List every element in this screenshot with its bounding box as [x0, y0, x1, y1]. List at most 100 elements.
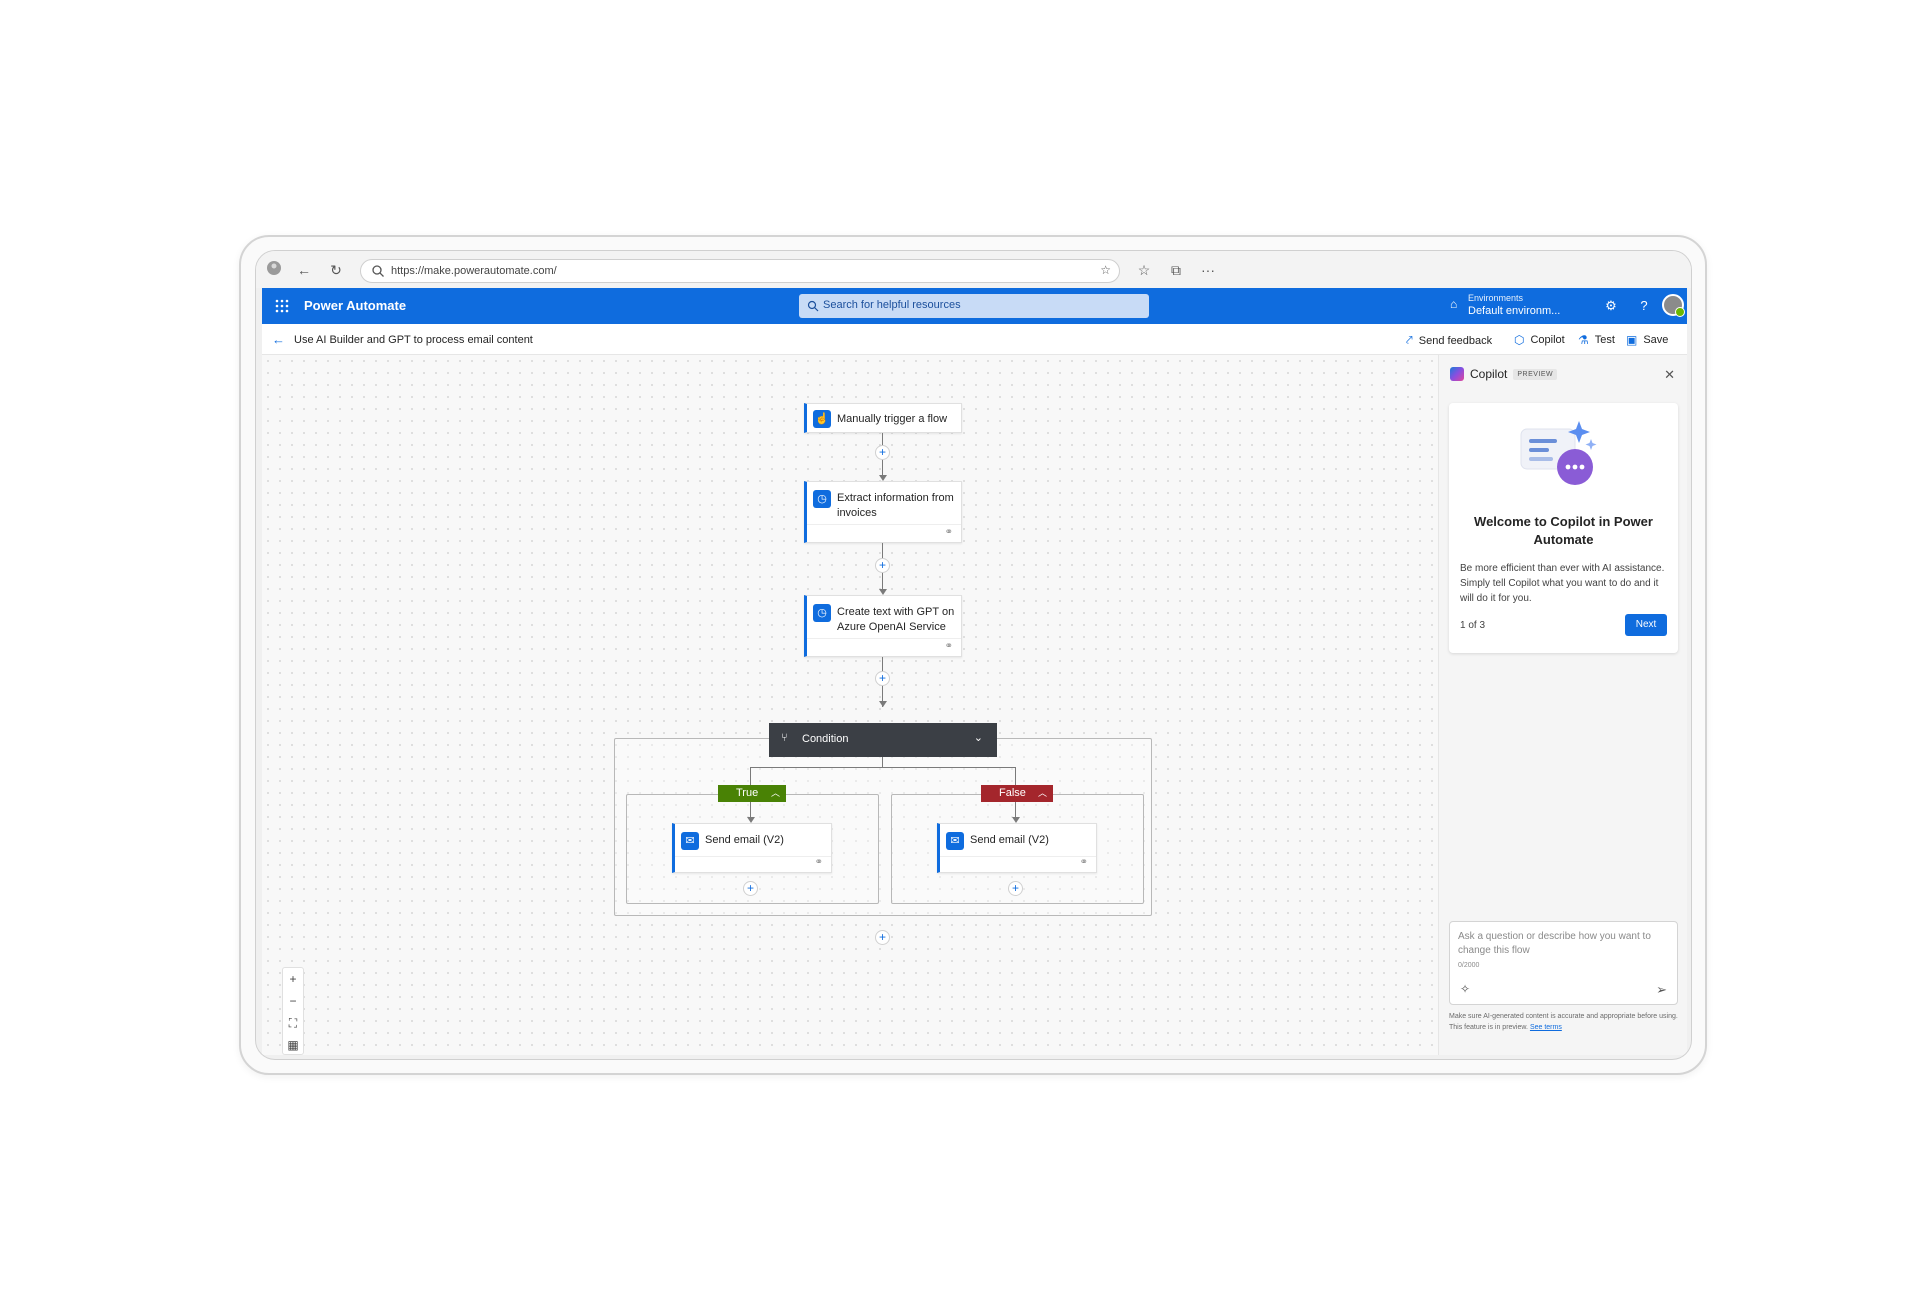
zoom-out-icon[interactable]: −: [283, 990, 303, 1012]
flow-canvas[interactable]: ☝ Manually trigger a flow + ◷ Extract in…: [262, 355, 1438, 1055]
link-icon: ⚭: [814, 857, 823, 868]
favorites-icon[interactable]: ☆: [1134, 260, 1154, 280]
environment-icon: ⌂: [1450, 297, 1458, 311]
sparkle-icon[interactable]: ✧: [1460, 982, 1470, 996]
true-badge[interactable]: True ︿: [718, 785, 786, 802]
help-icon[interactable]: ?: [1635, 297, 1653, 315]
gpt-text-card[interactable]: ◷ Create text with GPT on Azure OpenAI S…: [804, 595, 962, 657]
save-button[interactable]: ▣ Save: [1626, 333, 1668, 347]
true-label: True: [736, 787, 759, 799]
copilot-panel-header: Copilot PREVIEW: [1450, 367, 1558, 381]
collections-icon[interactable]: ⧉: [1166, 260, 1186, 280]
step2-title: Create text with GPT on Azure OpenAI Ser…: [837, 606, 955, 633]
address-bar[interactable]: https://make.powerautomate.com/ ☆: [360, 259, 1120, 283]
pager-text: 1 of 3: [1460, 620, 1486, 631]
openai-icon: ◷: [813, 604, 831, 622]
false-send-email-card[interactable]: ✉ Send email (V2) ⚭: [937, 823, 1097, 873]
zoom-in-icon[interactable]: +: [283, 968, 303, 990]
add-step-button[interactable]: +: [875, 558, 890, 573]
app-launcher-icon[interactable]: [274, 298, 290, 314]
add-step-button[interactable]: +: [875, 445, 890, 460]
send-icon[interactable]: ➢: [1656, 982, 1667, 998]
copilot-input[interactable]: Ask a question or describe how you want …: [1449, 921, 1678, 1005]
connector: [1015, 767, 1016, 785]
copilot-panel: Copilot PREVIEW ✕ Welcome to Copilot in …: [1438, 355, 1687, 1055]
copilot-panel-title: Copilot: [1470, 367, 1508, 381]
flask-icon: ⚗: [1578, 333, 1589, 347]
app-title[interactable]: Power Automate: [304, 298, 406, 313]
minimap-icon[interactable]: ▦: [283, 1034, 303, 1056]
condition-title: Condition: [802, 733, 849, 745]
url-text: https://make.powerautomate.com/: [391, 265, 557, 277]
add-step-button[interactable]: +: [875, 930, 890, 945]
divider: [675, 856, 831, 857]
app-header: Power Automate Search for helpful resour…: [262, 288, 1687, 324]
close-icon[interactable]: ✕: [1664, 367, 1675, 383]
add-step-button[interactable]: +: [1008, 881, 1023, 896]
back-icon[interactable]: ←: [294, 260, 314, 280]
connector: [882, 757, 883, 767]
branch-icon: ⑂: [781, 732, 788, 744]
false-action-title: Send email (V2): [970, 834, 1049, 846]
welcome-card: Welcome to Copilot in Power Automate Be …: [1449, 403, 1678, 653]
send-feedback-button[interactable]: ⤤ Send feedback: [1406, 333, 1492, 348]
command-bar: ← Use AI Builder and GPT to process emai…: [262, 324, 1687, 355]
chevron-up-icon: ︿: [1037, 788, 1047, 798]
add-step-button[interactable]: +: [743, 881, 758, 896]
input-placeholder: Ask a question or describe how you want …: [1458, 931, 1651, 956]
add-favorite-icon[interactable]: ☆: [1100, 263, 1111, 277]
connector: [750, 767, 751, 785]
chevron-down-icon[interactable]: ⌄: [974, 731, 983, 744]
extract-invoice-card[interactable]: ◷ Extract information from invoices ⚭: [804, 481, 962, 543]
test-label: Test: [1594, 334, 1615, 346]
search-box[interactable]: Search for helpful resources: [799, 294, 1149, 318]
trigger-title: Manually trigger a flow: [837, 413, 948, 425]
copilot-logo-icon: [1450, 367, 1464, 381]
trigger-card[interactable]: ☝ Manually trigger a flow: [804, 403, 962, 433]
save-label: Save: [1643, 334, 1669, 346]
divider: [807, 524, 961, 525]
copilot-button[interactable]: ⬡ Copilot: [1514, 333, 1565, 347]
flow-name: Use AI Builder and GPT to process email …: [294, 334, 533, 346]
zoom-controls: + − ⛶ ▦: [282, 967, 304, 1055]
disclaimer: Make sure AI-generated content is accura…: [1449, 1011, 1681, 1033]
test-button[interactable]: ⚗ Test: [1578, 333, 1615, 347]
settings-icon[interactable]: ⚙: [1602, 297, 1620, 315]
fit-view-icon[interactable]: ⛶: [283, 1012, 303, 1034]
search-icon: [807, 300, 819, 312]
browser-toolbar: ← ↻ https://make.powerautomate.com/ ☆ ☆ …: [256, 251, 1691, 288]
see-terms-link[interactable]: See terms: [1530, 1024, 1562, 1031]
link-icon: ⚭: [1079, 857, 1088, 868]
true-send-email-card[interactable]: ✉ Send email (V2) ⚭: [672, 823, 832, 873]
more-icon[interactable]: ···: [1198, 260, 1218, 280]
avatar[interactable]: [1662, 294, 1685, 317]
hand-icon: ☝: [813, 410, 831, 428]
profile-icon[interactable]: [264, 260, 284, 280]
arrow-head: [879, 701, 887, 707]
add-step-button[interactable]: +: [875, 671, 890, 686]
false-badge[interactable]: False ︿: [981, 785, 1053, 802]
condition-header[interactable]: ⑂ Condition ⌄: [769, 723, 997, 757]
outlook-icon: ✉: [946, 832, 964, 850]
divider: [940, 856, 1096, 857]
next-button[interactable]: Next: [1625, 614, 1667, 636]
link-icon: ⚭: [944, 641, 953, 652]
disclaimer-text: Make sure AI-generated content is accura…: [1449, 1013, 1678, 1031]
chevron-up-icon: ︿: [770, 788, 780, 798]
welcome-description: Be more efficient than ever with AI assi…: [1460, 563, 1665, 604]
step1-title: Extract information from invoices: [837, 492, 954, 519]
false-label: False: [999, 787, 1026, 799]
welcome-title: Welcome to Copilot in Power Automate: [1474, 514, 1653, 547]
back-arrow-icon[interactable]: ←: [272, 332, 285, 347]
refresh-icon[interactable]: ↻: [326, 260, 346, 280]
true-action-title: Send email (V2): [705, 834, 784, 846]
link-icon: ⚭: [944, 527, 953, 538]
copilot-illustration-icon: [1520, 421, 1597, 485]
ai-builder-icon: ◷: [813, 490, 831, 508]
preview-badge: PREVIEW: [1513, 368, 1558, 380]
search-placeholder: Search for helpful resources: [823, 299, 961, 311]
divider: [807, 638, 961, 639]
save-icon: ▣: [1626, 333, 1638, 347]
environment-value: Default environm...: [1468, 305, 1561, 317]
connector: [750, 767, 1015, 768]
